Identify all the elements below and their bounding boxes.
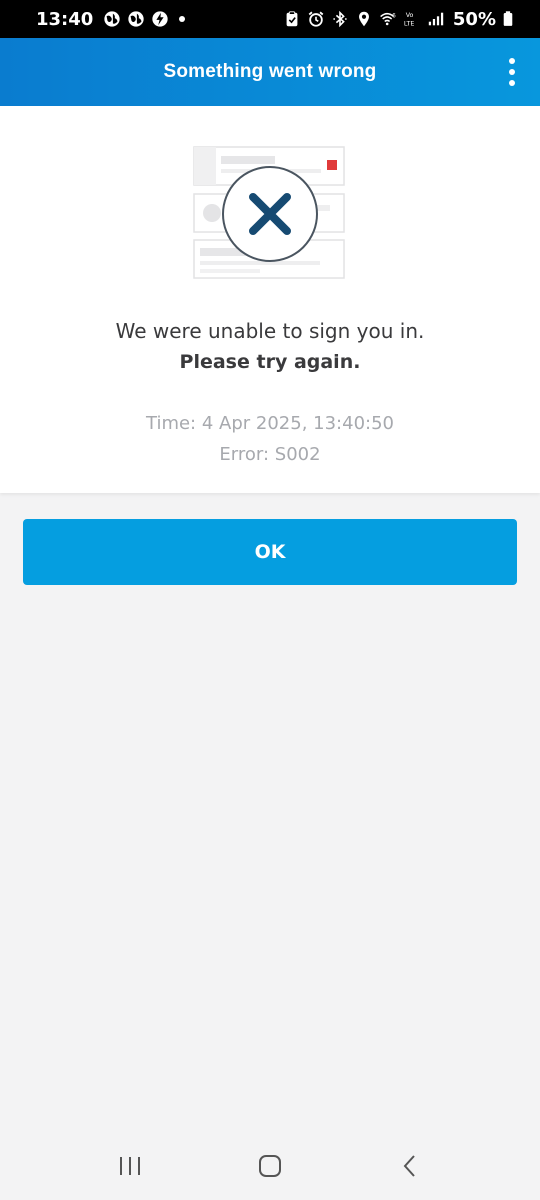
error-message: We were unable to sign you in. Please tr…: [0, 316, 540, 378]
bluetooth-icon: [333, 10, 347, 28]
error-message-line2: Please try again.: [179, 351, 361, 373]
bolt-icon: [152, 11, 168, 27]
volte-icon: Vo LTE: [404, 12, 414, 27]
home-button[interactable]: [250, 1146, 290, 1186]
home-icon: [259, 1155, 281, 1177]
location-icon: [358, 11, 369, 27]
error-time-row: Time: 4 Apr 2025, 13:40:50: [0, 408, 540, 439]
wifi-icon: 6: [380, 12, 396, 26]
signal-icon: [428, 12, 444, 26]
error-label: Error:: [219, 444, 270, 465]
back-button[interactable]: [390, 1146, 430, 1186]
app-bar: Something went wrong: [0, 38, 540, 106]
ok-button[interactable]: OK: [23, 519, 517, 585]
back-icon: [403, 1155, 415, 1177]
recent-apps-icon: [120, 1157, 140, 1175]
svg-text:6: 6: [392, 13, 396, 19]
error-message-line1: We were unable to sign you in.: [115, 319, 425, 343]
alarm-icon: [308, 11, 324, 27]
error-code-row: Error: S002: [0, 439, 540, 470]
battery-percent: 50%: [452, 8, 496, 30]
more-vert-icon: [509, 80, 515, 86]
error-details: Time: 4 Apr 2025, 13:40:50 Error: S002: [0, 408, 540, 470]
page-title: Something went wrong: [163, 61, 377, 82]
svg-text:Vo: Vo: [406, 12, 414, 19]
globe-icon: [128, 11, 144, 27]
system-nav-bar: [0, 1132, 540, 1200]
globe-icon: [104, 11, 120, 27]
time-label: Time:: [146, 413, 197, 434]
error-card: We were unable to sign you in. Please tr…: [0, 106, 540, 493]
clipboard-icon: [286, 11, 298, 27]
status-right: 6 Vo LTE 50%: [283, 9, 514, 30]
error-x-icon: [222, 166, 318, 262]
recent-apps-button[interactable]: [110, 1146, 150, 1186]
error-value: S002: [274, 444, 321, 465]
time-value: 4 Apr 2025, 13:40:50: [201, 413, 394, 434]
svg-text:LTE: LTE: [404, 20, 414, 27]
status-clock: 13:40: [36, 8, 94, 30]
more-vert-icon: [509, 58, 515, 64]
more-options-button[interactable]: [500, 54, 524, 90]
more-vert-icon: [509, 69, 515, 75]
notification-dot: [179, 16, 186, 22]
error-illustration: [193, 146, 345, 279]
status-left: 13:40: [36, 8, 186, 30]
status-bar: 13:40 6 Vo LTE 50%: [0, 0, 540, 38]
battery-icon: [503, 11, 513, 26]
